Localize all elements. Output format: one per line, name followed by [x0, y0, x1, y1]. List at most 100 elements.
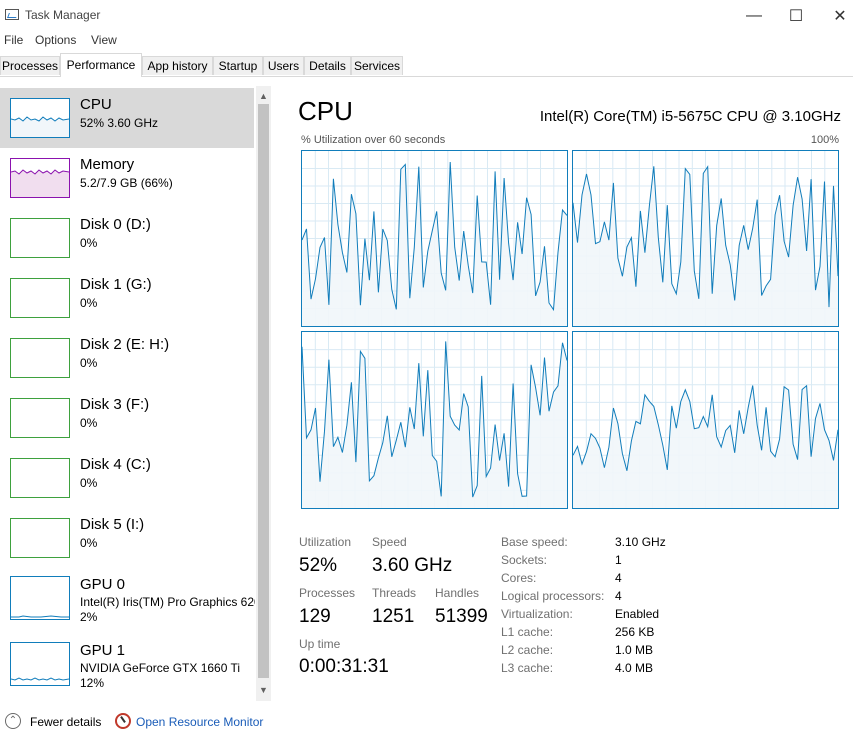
fewer-details-button[interactable]: Fewer details — [30, 715, 101, 729]
scroll-down-icon[interactable]: ▼ — [256, 682, 271, 698]
menu-view[interactable]: View — [91, 33, 117, 47]
sidebar-item-detail: 0% — [80, 236, 98, 250]
sidebar-item-name: Disk 3 (F:) — [80, 396, 150, 413]
cpu-thumbnail — [10, 98, 70, 138]
maximize-button[interactable]: ☐ — [773, 0, 819, 31]
tab-details[interactable]: Details — [304, 56, 351, 75]
minimize-button[interactable]: — — [731, 0, 777, 31]
disk-thumbnail — [10, 458, 70, 498]
sidebar-item-name: Disk 1 (G:) — [80, 276, 152, 293]
tab-services[interactable]: Services — [351, 56, 403, 75]
sidebar-item-name: Disk 0 (D:) — [80, 216, 151, 233]
cpu-core-2-graph — [301, 331, 568, 509]
sidebar-item-disk-5[interactable]: Disk 5 (I:) 0% — [0, 508, 254, 568]
spec-value: Enabled — [615, 607, 660, 621]
spec-value: 4 — [615, 571, 622, 585]
sidebar-item-name: GPU 1 — [80, 642, 126, 659]
scroll-up-icon[interactable]: ▲ — [256, 88, 271, 104]
disk-thumbnail — [10, 338, 70, 378]
processes-value: 129 — [299, 606, 331, 627]
cpu-model-name: Intel(R) Core(TM) i5-5675C CPU @ 3.10GHz — [539, 108, 841, 125]
sidebar-item-name: Disk 5 (I:) — [80, 516, 145, 533]
sidebar-item-name: Memory — [80, 156, 135, 173]
spec-value: 1 — [615, 553, 622, 567]
handles-label: Handles — [435, 586, 480, 600]
memory-thumbnail — [10, 158, 70, 198]
cpu-core-0-graph — [301, 150, 568, 327]
uptime-value: 0:00:31:31 — [299, 656, 389, 677]
sidebar-item-detail: NVIDIA GeForce GTX 1660 Ti — [80, 661, 241, 675]
spec-label: L2 cache: — [501, 643, 554, 657]
sidebar-item-detail: 0% — [80, 476, 98, 490]
sidebar-item-disk-0[interactable]: Disk 0 (D:) 0% — [0, 208, 254, 268]
threads-value: 1251 — [372, 606, 415, 627]
menu-options[interactable]: Options — [35, 33, 76, 47]
tab-bar: Processes Performance App history Startu… — [0, 53, 853, 77]
chevron-up-icon[interactable]: ⌃ — [5, 713, 21, 729]
threads-label: Threads — [372, 586, 417, 600]
sidebar-scrollbar[interactable]: ▲ ▼ — [256, 86, 271, 701]
disk-thumbnail — [10, 398, 70, 438]
tab-performance[interactable]: Performance — [60, 53, 142, 77]
window-title: Task Manager — [25, 8, 101, 22]
gpu-thumbnail — [10, 642, 70, 686]
sidebar-item-name: CPU — [80, 96, 112, 113]
sidebar-item-name: Disk 4 (C:) — [80, 456, 151, 473]
tab-processes[interactable]: Processes — [0, 56, 60, 75]
spec-label: L1 cache: — [501, 625, 554, 639]
sidebar-item-gpu-0[interactable]: GPU 0 Intel(R) Iris(TM) Pro Graphics 620… — [0, 568, 255, 634]
sidebar-item-detail: 0% — [80, 296, 98, 310]
sidebar-item-detail: 0% — [80, 536, 98, 550]
uptime-label: Up time — [299, 637, 341, 651]
sidebar-item-disk-2[interactable]: Disk 2 (E: H:) 0% — [0, 328, 254, 388]
spec-label: L3 cache: — [501, 661, 554, 675]
footer-bar: ⌃ Fewer details Open Resource Monitor — [0, 709, 853, 733]
page-title: CPU — [298, 96, 353, 126]
sidebar-item-disk-3[interactable]: Disk 3 (F:) 0% — [0, 388, 254, 448]
spec-label: Virtualization: — [501, 607, 573, 621]
handles-value: 51399 — [435, 606, 488, 627]
utilization-label: Utilization — [299, 535, 352, 549]
resource-sidebar: CPU 52% 3.60 GHz Memory 5.2/7.9 GB (66%)… — [0, 86, 256, 701]
spec-value: 1.0 MB — [615, 643, 654, 657]
graph-max-label: 100% — [810, 134, 839, 146]
task-manager-icon — [5, 9, 19, 20]
sidebar-item-name: GPU 0 — [80, 576, 126, 593]
tab-app-history[interactable]: App history — [142, 56, 213, 75]
title-bar: Task Manager — ☐ ✕ — [0, 0, 853, 31]
disk-thumbnail — [10, 278, 70, 318]
sidebar-item-disk-4[interactable]: Disk 4 (C:) 0% — [0, 448, 254, 508]
sidebar-item-detail: 0% — [80, 356, 98, 370]
sidebar-item-detail: Intel(R) Iris(TM) Pro Graphics 6200 — [80, 595, 255, 609]
scroll-thumb[interactable] — [258, 104, 269, 678]
disk-thumbnail — [10, 518, 70, 558]
cpu-core-3-graph — [572, 331, 839, 509]
resource-monitor-icon[interactable] — [115, 713, 131, 729]
sidebar-item-detail: 0% — [80, 416, 98, 430]
spec-value: 256 KB — [615, 625, 655, 639]
spec-value: 4.0 MB — [615, 661, 654, 675]
sidebar-item-detail: 52% 3.60 GHz — [80, 116, 159, 130]
sidebar-item-name: Disk 2 (E: H:) — [80, 336, 170, 353]
sidebar-item-disk-1[interactable]: Disk 1 (G:) 0% — [0, 268, 254, 328]
spec-label: Cores: — [501, 571, 537, 585]
spec-value: 4 — [615, 589, 622, 603]
close-button[interactable]: ✕ — [817, 0, 853, 31]
tab-startup[interactable]: Startup — [213, 56, 263, 75]
spec-value: 3.10 GHz — [615, 535, 666, 549]
sidebar-item-detail: 5.2/7.9 GB (66%) — [80, 176, 173, 190]
disk-thumbnail — [10, 218, 70, 258]
sidebar-item-memory[interactable]: Memory 5.2/7.9 GB (66%) — [0, 148, 254, 208]
speed-label: Speed — [372, 535, 407, 549]
cpu-core-1-graph — [572, 150, 839, 327]
menu-file[interactable]: File — [4, 33, 23, 47]
graph-label: % Utilization over 60 seconds — [301, 134, 446, 146]
utilization-value: 52% — [299, 555, 338, 576]
sidebar-item-gpu-1[interactable]: GPU 1 NVIDIA GeForce GTX 1660 Ti 12% — [0, 634, 254, 700]
open-resource-monitor-link[interactable]: Open Resource Monitor — [136, 715, 263, 729]
spec-label: Logical processors: — [501, 589, 605, 603]
sidebar-item-cpu[interactable]: CPU 52% 3.60 GHz — [0, 88, 254, 148]
tab-users[interactable]: Users — [263, 56, 304, 75]
sidebar-item-usage: 2% — [80, 610, 98, 624]
sidebar-item-usage: 12% — [80, 676, 105, 690]
